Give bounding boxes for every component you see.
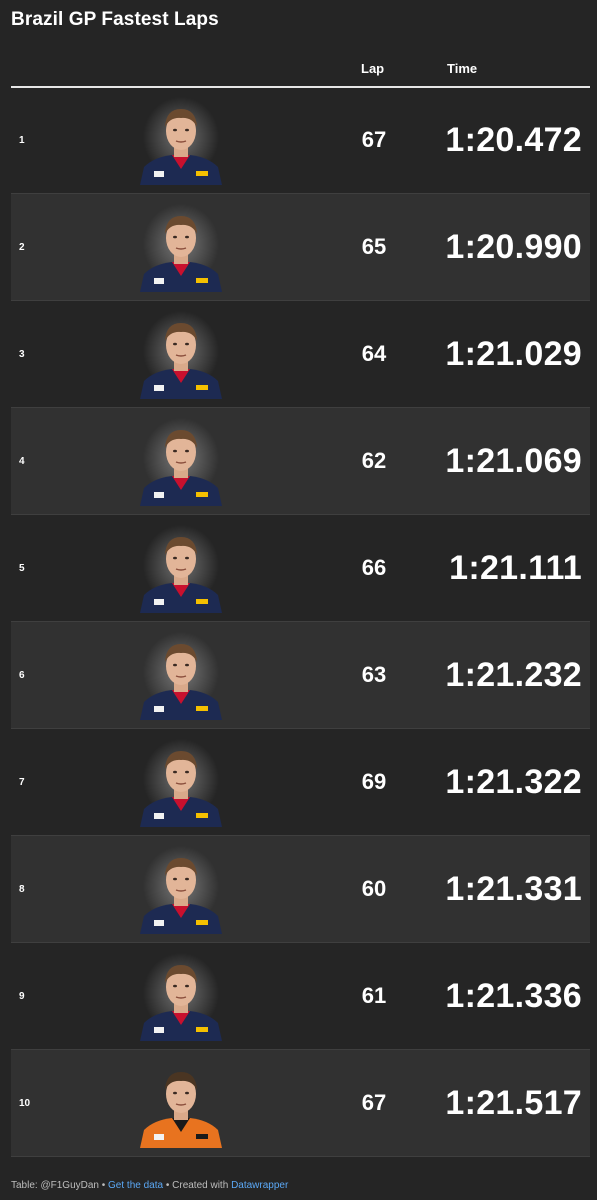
row-lap: 69 <box>361 769 387 794</box>
row-time: 1:21.331 <box>445 869 582 908</box>
datawrapper-link[interactable]: Datawrapper <box>231 1180 288 1191</box>
table-row: 3 64 1:21.029 <box>11 301 590 408</box>
row-lap: 67 <box>361 1090 387 1115</box>
row-lap: 60 <box>361 876 387 901</box>
driver-portrait <box>132 418 230 506</box>
driver-portrait <box>132 525 230 613</box>
row-rank: 6 <box>19 669 25 681</box>
row-rank: 3 <box>19 348 25 360</box>
row-rank: 2 <box>19 241 25 253</box>
driver-portrait <box>132 846 230 934</box>
row-rank: 9 <box>19 990 25 1002</box>
table-row: 5 66 1:21.111 <box>11 515 590 622</box>
table-row: 7 69 1:21.322 <box>11 729 590 836</box>
row-rank: 1 <box>19 134 25 146</box>
driver-portrait <box>132 953 230 1041</box>
row-rank: 4 <box>19 455 25 467</box>
table-row: 1 67 1:20.472 <box>11 87 590 194</box>
page-title: Brazil GP Fastest Laps <box>11 9 219 30</box>
table-row: 6 63 1:21.232 <box>11 622 590 729</box>
driver-portrait <box>132 97 230 185</box>
driver-portrait <box>132 1060 230 1148</box>
row-time: 1:21.111 <box>449 548 582 587</box>
row-time: 1:21.232 <box>445 655 582 694</box>
row-time: 1:21.322 <box>445 762 582 801</box>
column-header-lap: Lap <box>361 61 385 76</box>
row-rank: 7 <box>19 776 25 788</box>
row-rank: 5 <box>19 562 25 574</box>
table-row: 8 60 1:21.331 <box>11 836 590 943</box>
table-row: 2 65 1:20.990 <box>11 194 590 301</box>
row-rank: 10 <box>19 1097 31 1109</box>
row-time: 1:21.517 <box>445 1083 582 1122</box>
row-time: 1:20.472 <box>445 120 582 159</box>
footer-created-with: • Created with <box>163 1180 232 1191</box>
footer-credit: Table: @F1GuyDan • <box>11 1180 109 1191</box>
row-time: 1:21.336 <box>445 976 582 1015</box>
row-time: 1:21.069 <box>445 441 582 480</box>
table-row: 9 61 1:21.336 <box>11 943 590 1050</box>
row-lap: 67 <box>361 127 387 152</box>
driver-portrait <box>132 311 230 399</box>
table-header: Lap Time <box>11 54 590 88</box>
row-lap: 65 <box>361 234 387 259</box>
row-lap: 63 <box>361 662 387 687</box>
row-time: 1:20.990 <box>445 227 582 266</box>
row-time: 1:21.029 <box>445 334 582 373</box>
table-row: 4 62 1:21.069 <box>11 408 590 515</box>
driver-portrait <box>132 739 230 827</box>
driver-portrait <box>132 632 230 720</box>
get-data-link[interactable]: Get the data <box>108 1180 163 1191</box>
table-row: 10 67 1:21.517 <box>11 1050 590 1157</box>
table-body: 1 67 1:20.472 2 65 1:20.990 3 64 1:21.02… <box>11 87 590 1157</box>
row-rank: 8 <box>19 883 25 895</box>
driver-portrait <box>132 204 230 292</box>
row-lap: 66 <box>361 555 387 580</box>
row-lap: 61 <box>361 983 387 1008</box>
row-lap: 62 <box>361 448 387 473</box>
row-lap: 64 <box>361 341 387 366</box>
column-header-time: Time <box>447 61 478 76</box>
footer: Table: @F1GuyDan • Get the data • Create… <box>11 1180 288 1191</box>
